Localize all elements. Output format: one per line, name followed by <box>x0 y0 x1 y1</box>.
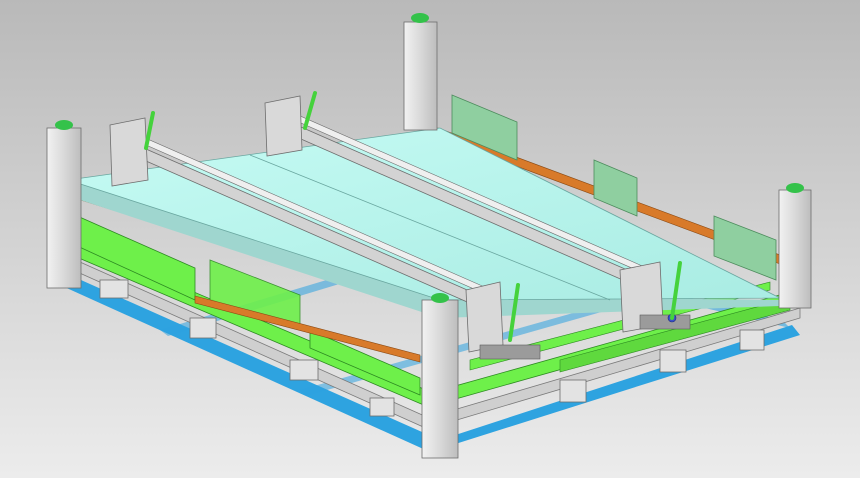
gantry-bracket-right <box>264 95 303 157</box>
post-back-body <box>403 21 438 131</box>
post-back-cap <box>411 13 429 23</box>
post-left-cap <box>55 120 73 130</box>
lower-block-2 <box>189 317 217 339</box>
post-left <box>46 120 82 289</box>
lower-block-4 <box>369 397 395 417</box>
gantry-bracket-left <box>109 117 149 187</box>
post-left-body <box>46 127 82 289</box>
assembly-render <box>0 0 860 478</box>
post-right-cap <box>786 183 804 193</box>
post-right <box>778 183 812 309</box>
post-right-body <box>778 189 812 309</box>
lower-block-5 <box>559 379 587 403</box>
clamp-base-right <box>639 314 691 330</box>
post-back <box>403 13 438 131</box>
cad-viewport <box>0 0 860 478</box>
lower-block-6 <box>659 349 687 373</box>
post-front-cap <box>431 293 449 303</box>
lower-block-3 <box>289 359 319 381</box>
lower-block-7 <box>739 329 765 351</box>
clamp-unit-front-left <box>465 281 504 353</box>
post-front-body <box>421 299 459 459</box>
post-front <box>421 293 459 459</box>
lower-block-1 <box>99 279 129 299</box>
clamp-base-left <box>479 344 541 360</box>
